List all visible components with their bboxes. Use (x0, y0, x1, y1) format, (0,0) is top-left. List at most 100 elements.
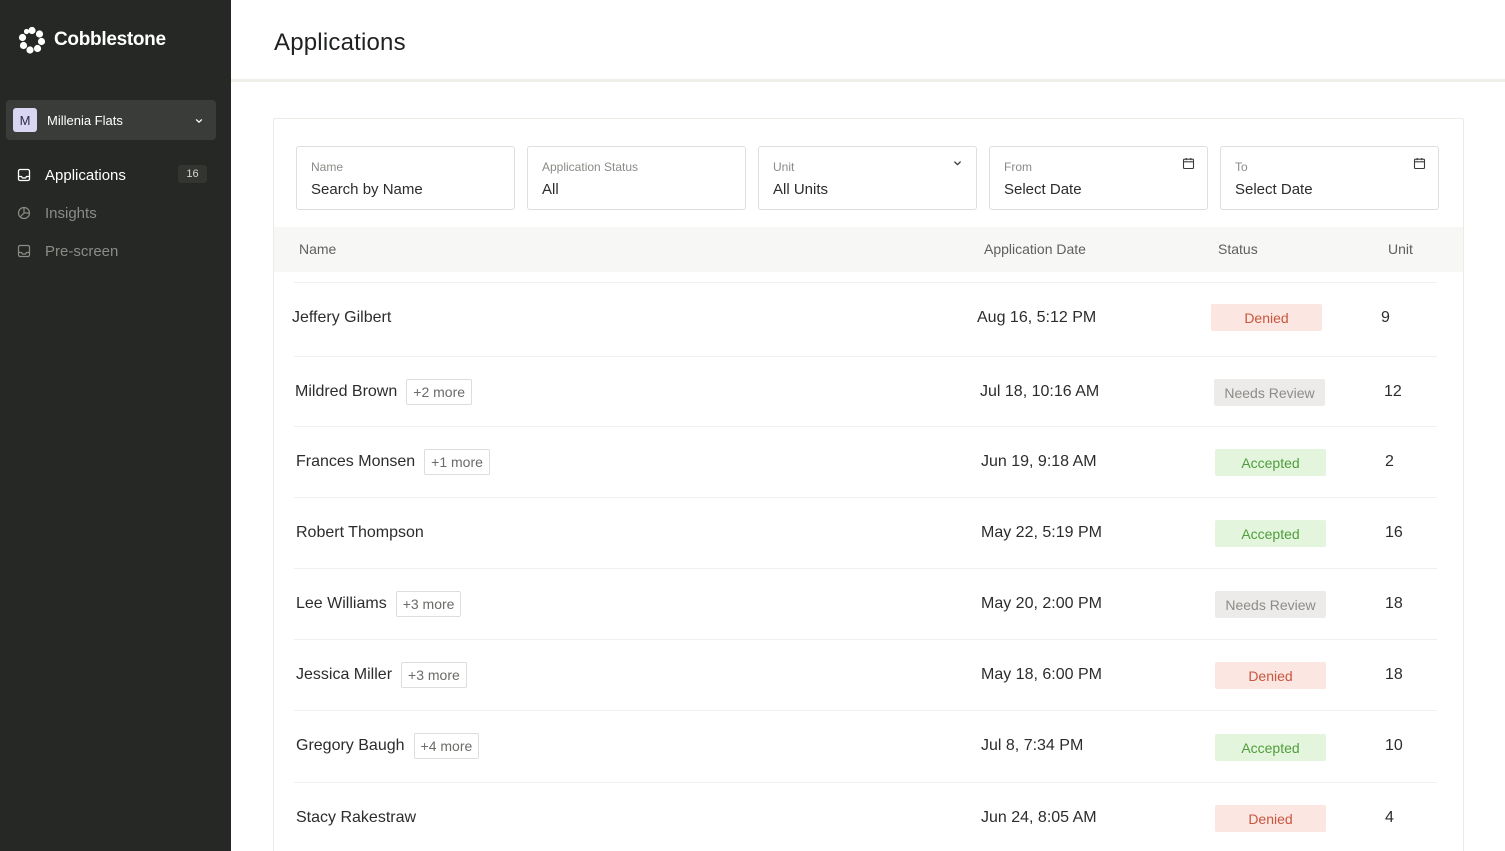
cobblestone-logo-icon (18, 26, 46, 54)
calendar-icon[interactable] (1413, 157, 1426, 170)
property-avatar: M (13, 108, 37, 132)
table-row[interactable]: Mildred Brown +2 more Jul 18, 10:16 AM Ne… (294, 356, 1437, 427)
sidebar-item-applications[interactable]: Applications 16 (0, 156, 231, 194)
chevron-down-icon (194, 113, 204, 123)
unit-number: 9 (1381, 309, 1390, 326)
applications-card: Name Search by Name Application Status A… (273, 118, 1464, 851)
page-title: Applications (274, 29, 406, 56)
table-row[interactable]: Jeffery Gilbert Aug 16, 5:12 PM Denied 9 (292, 282, 1437, 353)
app-root: Cobblestone M Millenia Flats Application… (0, 0, 1505, 851)
status-filter-select[interactable]: Application Status All (527, 146, 746, 210)
applicant-name-text: Gregory Baugh (296, 737, 405, 754)
status-badge: Needs Review (1214, 379, 1325, 406)
from-date-picker[interactable]: From Select Date (989, 146, 1208, 210)
application-date: May 18, 6:00 PM (981, 666, 1102, 683)
more-applicants-chip[interactable]: +2 more (406, 379, 473, 405)
applicant-name: Jessica Miller +3 more (296, 640, 467, 710)
application-date: Jun 24, 8:05 AM (981, 809, 1097, 826)
property-selector[interactable]: M Millenia Flats (6, 100, 216, 140)
applicant-name: Jeffery Gilbert (292, 283, 391, 353)
application-date: Jul 18, 10:16 AM (980, 383, 1100, 400)
application-date: Jul 8, 7:34 PM (981, 737, 1084, 754)
filter-bar: Name Search by Name Application Status A… (296, 146, 1441, 210)
unit-number: 18 (1385, 595, 1403, 612)
applicant-name: Lee Williams +3 more (296, 569, 462, 639)
table-row[interactable]: Stacy Rakestraw Jun 24, 8:05 AM Denied 4 (294, 782, 1437, 851)
more-applicants-chip[interactable]: +1 more (424, 449, 490, 475)
status-badge: Accepted (1215, 520, 1326, 547)
sidebar-item-insights[interactable]: Insights (0, 194, 231, 232)
brand-name: Cobblestone (54, 29, 166, 50)
sidebar-nav: Applications 16 Insights Pre-screen (0, 156, 231, 270)
unit-number: 18 (1385, 666, 1403, 683)
status-badge: Denied (1211, 304, 1322, 331)
applicant-name-text: Jeffery Gilbert (292, 309, 392, 326)
calendar-icon[interactable] (1182, 157, 1195, 170)
filter-placeholder: Search by Name (311, 181, 423, 198)
page-header: Applications (231, 0, 1505, 82)
sidebar-item-label: Insights (45, 204, 97, 222)
inbox-icon (17, 168, 31, 182)
applicant-name: Frances Monsen +1 more (296, 427, 490, 497)
application-date: Aug 16, 5:12 PM (977, 309, 1097, 326)
status-badge: Accepted (1215, 734, 1326, 761)
table-row[interactable]: Jessica Miller +3 more May 18, 6:00 PM De… (294, 639, 1437, 710)
filter-placeholder: Select Date (1235, 181, 1313, 198)
filter-placeholder: Select Date (1004, 181, 1082, 198)
applicant-name-text: Frances Monsen (296, 453, 416, 470)
filter-label: Application Status (542, 160, 639, 174)
column-header-name[interactable]: Name (299, 241, 336, 257)
brand[interactable]: Cobblestone (18, 26, 166, 54)
application-date: May 22, 5:19 PM (981, 524, 1102, 541)
applicant-name: Gregory Baugh +4 more (296, 711, 480, 781)
column-header-status[interactable]: Status (1218, 241, 1258, 257)
status-badge: Denied (1215, 662, 1326, 689)
more-applicants-chip[interactable]: +4 more (413, 733, 480, 759)
more-applicants-chip[interactable]: +3 more (401, 662, 467, 688)
applicant-name-text: Lee Williams (296, 595, 387, 612)
applications-count-badge: 16 (178, 165, 207, 183)
unit-number: 12 (1384, 383, 1402, 400)
table-header: Name Application Date Status Unit (274, 227, 1463, 272)
column-header-unit[interactable]: Unit (1388, 241, 1413, 257)
table-row[interactable]: Robert Thompson May 22, 5:19 PM Accepted… (294, 497, 1437, 568)
name-search-input[interactable]: Name Search by Name (296, 146, 515, 210)
applicant-name: Mildred Brown +2 more (295, 357, 473, 427)
status-badge: Needs Review (1215, 591, 1326, 618)
filter-value: All Units (773, 181, 829, 198)
more-applicants-chip[interactable]: +3 more (395, 591, 462, 617)
filter-label: From (1004, 160, 1032, 174)
applicant-name-text: Mildred Brown (295, 383, 398, 400)
sidebar-item-label: Applications (45, 166, 126, 184)
filter-value: All (542, 181, 559, 198)
applicant-name: Robert Thompson (296, 498, 424, 568)
inbox-icon (17, 244, 31, 258)
filter-label: Name (311, 160, 344, 174)
status-badge: Accepted (1215, 449, 1326, 476)
unit-number: 2 (1385, 453, 1394, 470)
unit-number: 16 (1385, 524, 1403, 541)
chevron-down-icon (951, 157, 964, 170)
table-row[interactable]: Gregory Baugh +4 more Jul 8, 7:34 PM Acce… (294, 710, 1437, 781)
sidebar-item-label: Pre-screen (45, 242, 119, 260)
table-row[interactable]: Lee Williams +3 more May 20, 2:00 PM Need… (294, 568, 1437, 639)
unit-number: 10 (1385, 737, 1403, 754)
to-date-picker[interactable]: To Select Date (1220, 146, 1439, 210)
applicant-name-text: Stacy Rakestraw (296, 809, 417, 826)
unit-filter-select[interactable]: Unit All Units (758, 146, 977, 210)
filter-label: To (1235, 160, 1248, 174)
pie-chart-icon (17, 206, 31, 220)
table-row[interactable]: Frances Monsen +1 more Jun 19, 9:18 AM Ac… (294, 426, 1437, 497)
status-badge: Denied (1215, 805, 1326, 832)
sidebar-item-pre-screen[interactable]: Pre-screen (0, 232, 231, 270)
application-date: May 20, 2:00 PM (981, 595, 1102, 612)
sidebar: Cobblestone M Millenia Flats Application… (0, 0, 231, 851)
filter-label: Unit (773, 160, 795, 174)
applicant-name: Stacy Rakestraw (296, 783, 416, 851)
property-name: Millenia Flats (47, 112, 123, 128)
applicant-name-text: Robert Thompson (296, 524, 424, 541)
unit-number: 4 (1385, 809, 1394, 826)
applicant-name-text: Jessica Miller (296, 666, 393, 683)
column-header-date[interactable]: Application Date (984, 241, 1086, 257)
application-date: Jun 19, 9:18 AM (981, 453, 1097, 470)
